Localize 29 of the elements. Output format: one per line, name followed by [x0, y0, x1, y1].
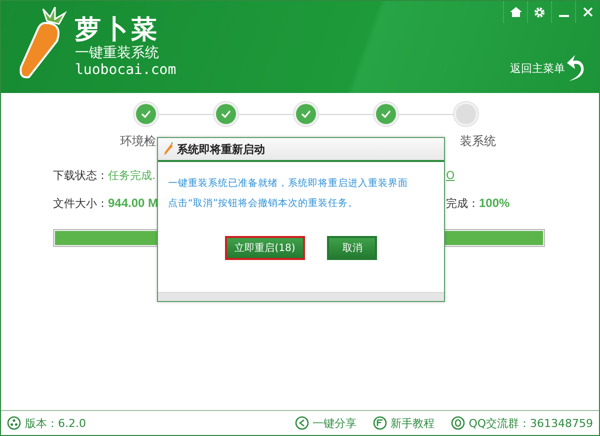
settings-icon [534, 6, 545, 18]
logo-title: 萝卜菜 [75, 15, 160, 45]
home-icon [510, 7, 522, 17]
completed-value: 100% [479, 196, 510, 210]
restart-now-button[interactable]: 立即重启(18) [224, 236, 306, 260]
dialog-message: 点击“取消”按钮将会撤销本次的重装任务。 [168, 197, 359, 211]
share-icon [294, 416, 309, 430]
completed-label: 完成： [446, 196, 479, 210]
back-to-menu-button[interactable]: 返回主菜单 [510, 53, 599, 83]
share-button[interactable]: 一键分享 [294, 416, 357, 430]
status-label: 下载状态： [53, 168, 108, 182]
logo-subtitle: 一键重装系统 [75, 45, 160, 62]
minimize-icon [558, 15, 568, 17]
version-text: 版本：6.2.0 [25, 416, 86, 430]
carrot-icon [164, 142, 174, 156]
qq-group-button[interactable]: QQ交流群：361348759 [450, 416, 593, 430]
tutorial-button[interactable]: 新手教程 [372, 416, 435, 430]
dialog-message: 一键重装系统已准备就绪，系统即将重启进入重装界面 [168, 177, 409, 191]
cancel-button[interactable]: 取消 [327, 236, 378, 260]
status-value: 任务完成. [108, 168, 156, 182]
size-value: 944.00 M [108, 196, 158, 210]
step-label: 装系统 [460, 133, 496, 150]
dialog-title: 系统即将重新启动 [177, 142, 265, 156]
close-icon [582, 7, 592, 17]
carrot-logo-icon [17, 7, 69, 79]
size-label: 文件大小： [53, 196, 108, 210]
open-link[interactable]: O [446, 168, 455, 182]
logo-url: luobocai.com [75, 62, 176, 79]
step-label: 环境检 [120, 133, 156, 150]
